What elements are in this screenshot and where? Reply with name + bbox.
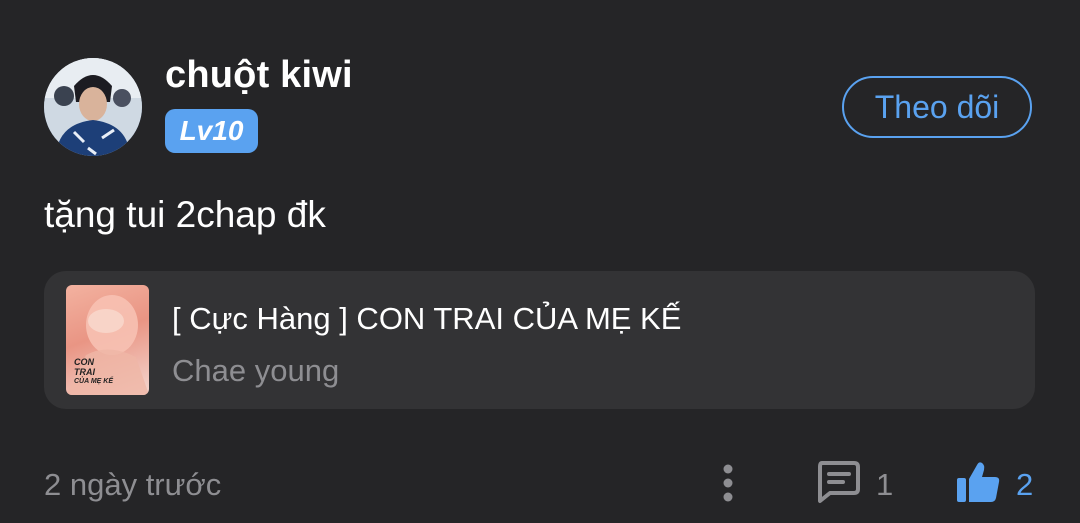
comment-icon[interactable] (814, 459, 862, 505)
story-card[interactable]: CON TRAI CỦA MẸ KẾ [ Cực Hàng ] CON TRAI… (44, 271, 1035, 409)
comment-count: 1 (876, 467, 894, 502)
timestamp: 2 ngày trước (44, 467, 222, 502)
username[interactable]: chuột kiwi (165, 54, 353, 97)
cover-title-line2: TRAI (74, 367, 95, 377)
cover-title-line3: CỦA MẸ KẾ (74, 378, 114, 385)
level-badge: Lv10 (165, 109, 258, 153)
more-vertical-icon[interactable] (718, 462, 738, 504)
story-author: Chae young (172, 353, 340, 388)
thumbs-up-icon[interactable] (955, 459, 1001, 505)
cover-title-line1: CON (74, 357, 94, 367)
avatar[interactable] (44, 58, 142, 156)
story-cover-image: CON TRAI CỦA MẸ KẾ (66, 285, 149, 395)
comment-text: tặng tui 2chap đk (44, 194, 326, 235)
like-count: 2 (1016, 467, 1034, 502)
cover-title: CON TRAI CỦA MẸ KẾ (74, 357, 113, 387)
story-title[interactable]: [ Cực Hàng ] CON TRAI CỦA MẸ KẾ (172, 301, 681, 337)
follow-button[interactable]: Theo dõi (842, 76, 1032, 138)
